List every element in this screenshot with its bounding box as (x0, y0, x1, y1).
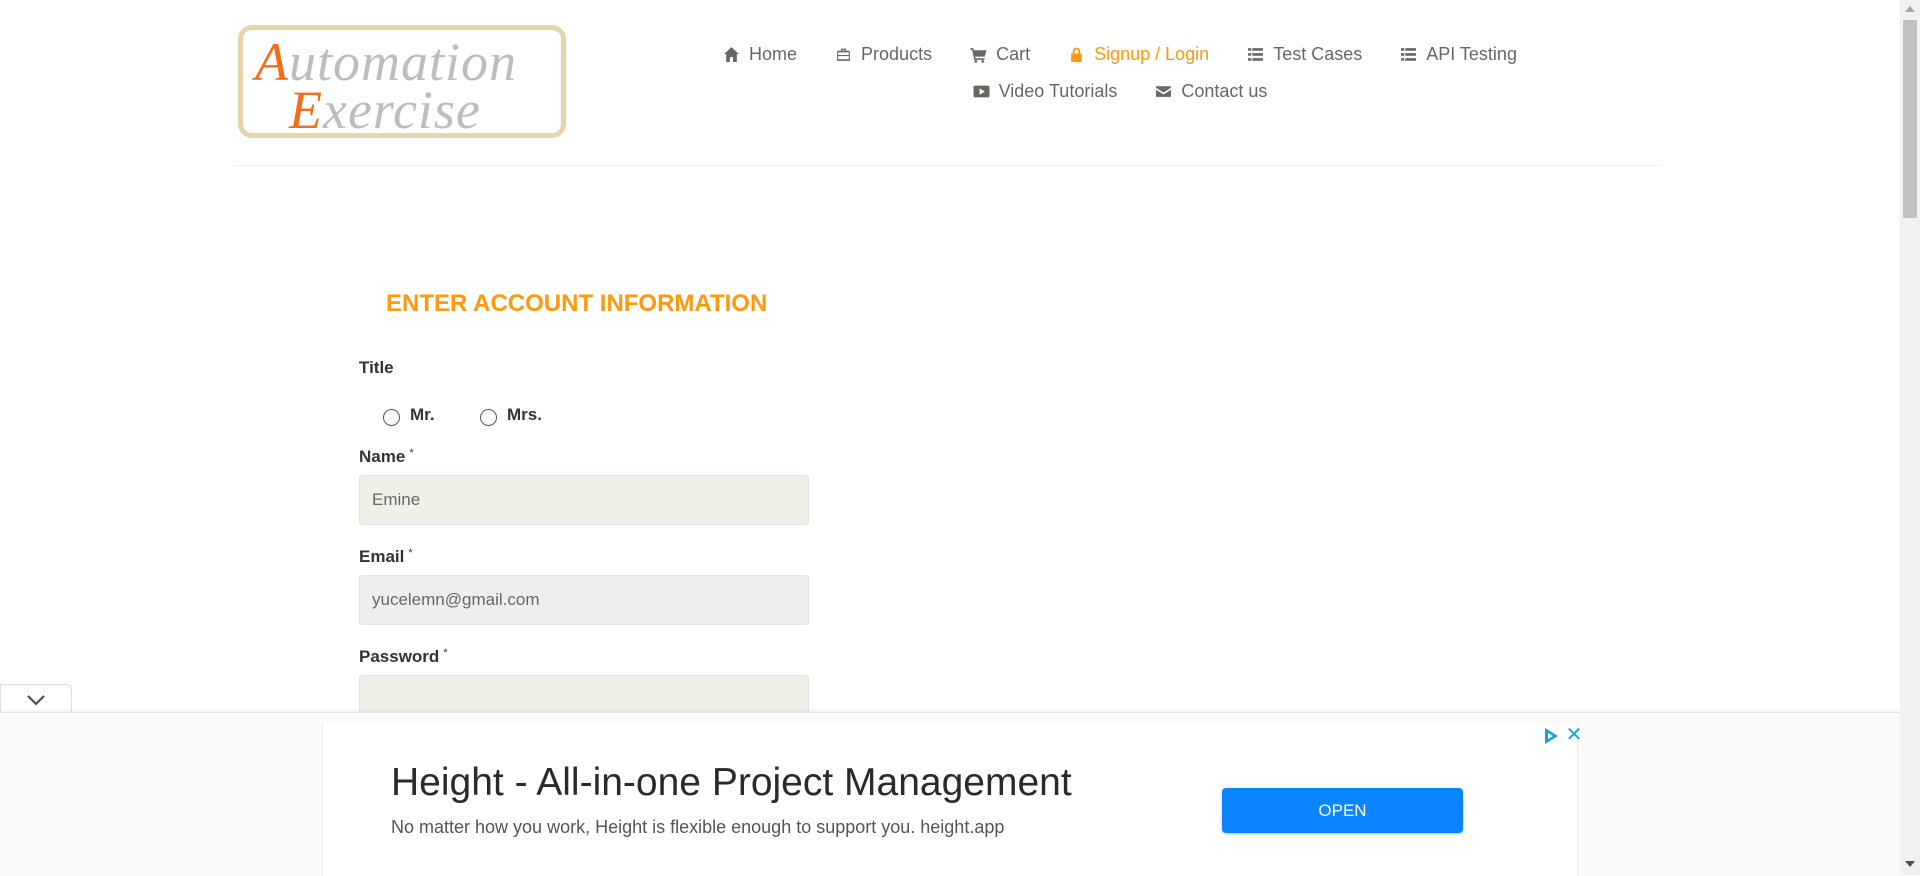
radio-label-mr: Mr. (410, 404, 435, 424)
nav-label: Video Tutorials (998, 81, 1118, 101)
adchoices-icon[interactable] (1541, 726, 1561, 746)
ad-open-button[interactable]: OPEN (1222, 788, 1463, 833)
title-label: Title (359, 358, 394, 377)
site-logo[interactable]: Automation Exercise (238, 25, 566, 140)
nav-item-contact-us[interactable]: Contact us (1155, 81, 1267, 102)
nav-label: API Testing (1426, 44, 1517, 64)
name-label: Name * (359, 447, 414, 466)
ad-card[interactable]: Height - All-in-one Project Management N… (322, 723, 1582, 876)
name-field[interactable] (359, 475, 809, 525)
radio-button-mr[interactable] (383, 409, 400, 426)
nav-label: Products (861, 44, 933, 64)
list-icon (1248, 48, 1264, 61)
lock-icon (1071, 47, 1082, 62)
briefcase-icon (837, 48, 850, 61)
email-label: Email * (359, 547, 413, 566)
logo-line-2: Exercise (289, 80, 481, 140)
nav-label: Home (749, 44, 798, 64)
nav-label: Test Cases (1273, 44, 1363, 64)
form-heading: ENTER ACCOUNT INFORMATION (386, 290, 768, 317)
scroll-down-arrow-icon[interactable] (1905, 861, 1915, 867)
vertical-scrollbar[interactable] (1900, 0, 1920, 875)
required-mark: * (408, 547, 413, 559)
nav-label: Signup / Login (1094, 44, 1210, 64)
youtube-play-icon (973, 85, 990, 98)
nav-item-test-cases[interactable]: Test Cases (1247, 44, 1362, 65)
required-mark: * (443, 647, 448, 659)
nav-item-video-tutorials[interactable]: Video Tutorials (973, 81, 1118, 102)
nav-item-api-testing[interactable]: API Testing (1400, 44, 1517, 65)
nav-item-cart[interactable]: Cart (970, 44, 1030, 65)
envelope-icon (1156, 86, 1172, 97)
radio-label-mrs: Mrs. (507, 404, 542, 424)
chevron-down-icon (27, 695, 45, 706)
ad-collapse-toggle[interactable] (0, 684, 72, 715)
ad-banner: Height - All-in-one Project Management N… (0, 712, 1900, 876)
radio-mrs[interactable]: Mrs. (480, 403, 542, 426)
required-mark: * (409, 447, 414, 459)
password-label: Password * (359, 647, 448, 666)
home-icon (724, 47, 739, 62)
nav-item-signup-login[interactable]: Signup / Login (1068, 44, 1209, 65)
nav-row-2: Video Tutorials Contact us (720, 73, 1520, 110)
nav-item-products[interactable]: Products (835, 44, 932, 65)
ad-title[interactable]: Height - All-in-one Project Management (391, 761, 1072, 805)
nav-label: Contact us (1181, 81, 1268, 101)
main-navigation: Home Products Cart Signup / Login Test C… (720, 36, 1520, 110)
ad-close-icon[interactable]: ✕ (1563, 724, 1585, 746)
nav-label: Cart (996, 44, 1031, 64)
radio-mr[interactable]: Mr. (383, 403, 435, 426)
email-field[interactable] (359, 575, 809, 625)
ad-description[interactable]: No matter how you work, Height is flexib… (391, 817, 1004, 838)
cart-icon (970, 48, 987, 63)
radio-button-mrs[interactable] (480, 409, 497, 426)
nav-item-home[interactable]: Home (723, 44, 797, 65)
header-divider (235, 165, 1662, 166)
scroll-up-arrow-icon[interactable] (1905, 6, 1915, 12)
list-icon (1401, 48, 1417, 61)
nav-row-1: Home Products Cart Signup / Login Test C… (720, 36, 1520, 73)
scrollbar-thumb[interactable] (1903, 20, 1917, 218)
